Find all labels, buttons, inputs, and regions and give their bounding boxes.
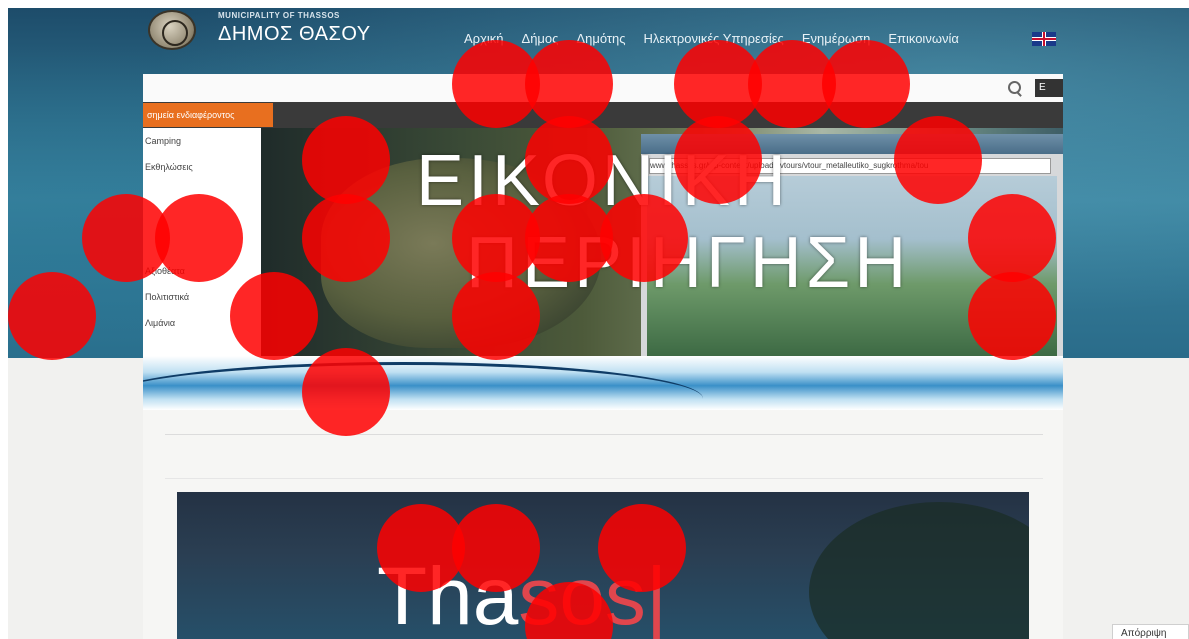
divider bbox=[165, 434, 1043, 435]
click-marker bbox=[452, 272, 540, 360]
click-marker bbox=[155, 194, 243, 282]
click-marker bbox=[302, 116, 390, 204]
click-marker bbox=[452, 504, 540, 592]
wave-banner bbox=[143, 356, 1063, 410]
search-icon[interactable] bbox=[1008, 81, 1021, 94]
click-marker bbox=[968, 194, 1056, 282]
site-title[interactable]: ΔΗΜΟΣ ΘΑΣΟΥ bbox=[218, 23, 371, 46]
click-marker bbox=[8, 272, 96, 360]
divider bbox=[165, 478, 1043, 479]
nav-item-contact[interactable]: Επικοινωνία bbox=[888, 31, 959, 46]
logo-face bbox=[162, 20, 188, 46]
click-marker bbox=[302, 194, 390, 282]
click-marker bbox=[230, 272, 318, 360]
screenshot-frame: MUNICIPALITY OF THASSOS ΔΗΜΟΣ ΘΑΣΟΥ Αρχι… bbox=[0, 0, 1189, 639]
click-marker bbox=[894, 116, 982, 204]
cookie-reject-button[interactable]: Απόρριψη bbox=[1112, 624, 1189, 639]
click-marker bbox=[822, 40, 910, 128]
category-item-camping[interactable]: Camping bbox=[143, 128, 261, 154]
category-item-events[interactable]: Εκθηλώσεις bbox=[143, 154, 261, 180]
flag-cross-v bbox=[1043, 32, 1045, 46]
click-marker bbox=[525, 40, 613, 128]
uk-flag-icon[interactable] bbox=[1032, 32, 1056, 46]
click-marker bbox=[600, 194, 688, 282]
page: MUNICIPALITY OF THASSOS ΔΗΜΟΣ ΘΑΣΟΥ Αρχι… bbox=[8, 8, 1189, 639]
click-marker bbox=[598, 504, 686, 592]
interest-points-tab[interactable]: σημεία ενδιαφέροντος bbox=[143, 103, 273, 127]
click-marker bbox=[968, 272, 1056, 360]
click-marker bbox=[674, 116, 762, 204]
video-menu-button[interactable]: E bbox=[1035, 79, 1063, 97]
click-marker bbox=[302, 348, 390, 436]
municipality-logo-icon[interactable] bbox=[148, 10, 196, 50]
click-marker bbox=[525, 116, 613, 204]
site-subtitle: MUNICIPALITY OF THASSOS bbox=[218, 11, 340, 20]
